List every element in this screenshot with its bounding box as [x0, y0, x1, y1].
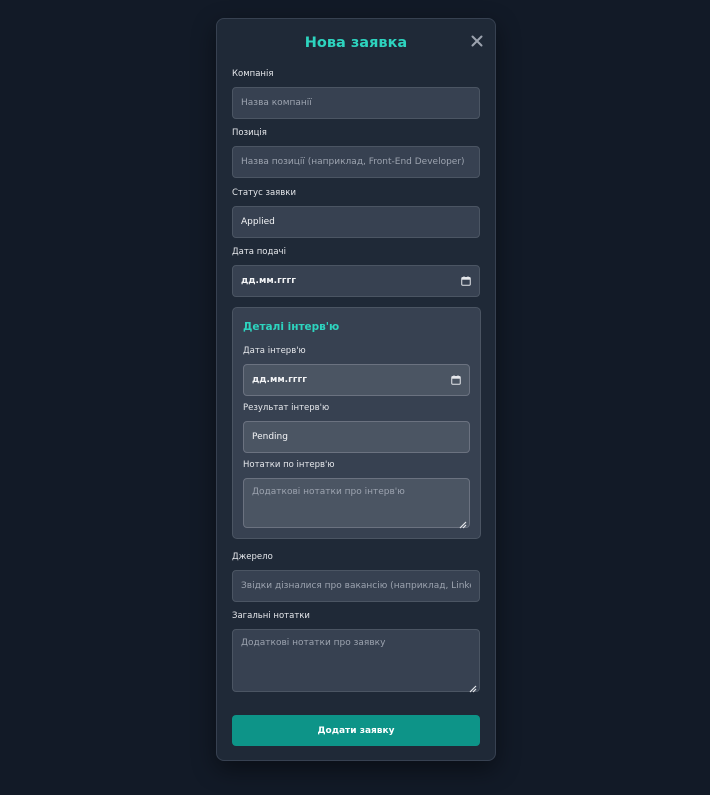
company-input[interactable] — [232, 87, 480, 119]
interview-details-section: Деталі інтерв'ю Дата інтерв'ю дд.мм.гггг… — [232, 307, 481, 539]
new-application-modal: Нова заявка Компанія Позиція Статус заяв… — [216, 18, 496, 761]
resize-handle-icon[interactable] — [468, 684, 477, 693]
status-field: Статус заявки Applied — [232, 188, 480, 238]
interview-details-title: Деталі інтерв'ю — [243, 321, 340, 333]
interview-result-value: Pending — [252, 432, 288, 442]
apply-date-label: Дата подачі — [232, 247, 286, 257]
resize-handle-icon[interactable] — [458, 520, 467, 529]
source-field: Джерело — [232, 552, 480, 602]
status-select[interactable]: Applied — [232, 206, 480, 238]
interview-notes-label: Нотатки по інтерв'ю — [243, 460, 335, 470]
general-notes-label: Загальні нотатки — [232, 611, 310, 621]
calendar-icon[interactable] — [461, 276, 471, 286]
source-label: Джерело — [232, 552, 273, 562]
interview-result-select[interactable]: Pending — [243, 421, 470, 453]
general-notes-field: Загальні нотатки — [232, 611, 480, 696]
apply-date-value: дд.мм.гггг — [241, 276, 296, 286]
interview-result-label: Результат інтерв'ю — [243, 403, 330, 413]
status-label: Статус заявки — [232, 188, 296, 198]
position-label: Позиція — [232, 128, 267, 138]
status-value: Applied — [241, 217, 275, 227]
close-icon[interactable] — [469, 33, 485, 49]
general-notes-textarea[interactable] — [232, 629, 480, 692]
source-input[interactable] — [232, 570, 480, 602]
company-label: Компанія — [232, 69, 274, 79]
apply-date-field: Дата подачі дд.мм.гггг — [232, 247, 480, 297]
interview-date-value: дд.мм.гггг — [252, 375, 307, 385]
position-field: Позиція — [232, 128, 480, 178]
modal-title: Нова заявка — [304, 35, 408, 51]
interview-date-input[interactable]: дд.мм.гггг — [243, 364, 470, 396]
interview-result-field: Результат інтерв'ю Pending — [243, 403, 470, 453]
interview-date-label: Дата інтерв'ю — [243, 346, 306, 356]
position-input[interactable] — [232, 146, 480, 178]
interview-date-field: Дата інтерв'ю дд.мм.гггг — [243, 346, 470, 396]
apply-date-input[interactable]: дд.мм.гггг — [232, 265, 480, 297]
interview-notes-field: Нотатки по інтерв'ю — [243, 460, 470, 532]
company-field: Компанія — [232, 69, 480, 119]
interview-notes-textarea[interactable] — [243, 478, 470, 528]
calendar-icon[interactable] — [451, 375, 461, 385]
add-application-button[interactable]: Додати заявку — [232, 715, 480, 746]
